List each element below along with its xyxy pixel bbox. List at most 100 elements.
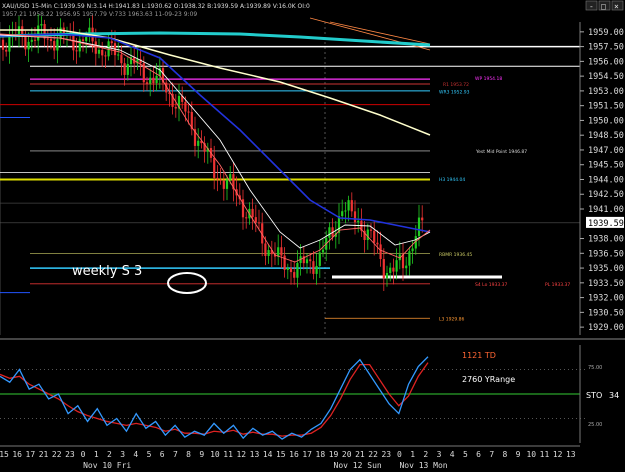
candle-body <box>373 230 376 243</box>
candle-body <box>187 111 190 113</box>
weekly-s3-annotation: weekly S 3 <box>72 264 142 279</box>
candle-body <box>229 174 232 180</box>
price-tick-label: 1942.50 <box>588 190 624 200</box>
candle-body <box>305 259 309 264</box>
candle-body <box>321 249 325 253</box>
candle-body <box>78 39 81 52</box>
time-tick-label: 23 <box>65 450 75 459</box>
candle-body <box>318 252 321 266</box>
candle-body <box>126 64 129 75</box>
time-tick-label: 11 <box>540 450 550 459</box>
day-label: Nov 10 Fri <box>83 461 131 470</box>
candle-body <box>357 220 360 223</box>
candle-body <box>184 101 187 112</box>
time-tick-label: 10 <box>526 450 536 459</box>
price-tick-label: 1941.00 <box>588 205 624 215</box>
weekly-s3-circle <box>167 272 207 294</box>
time-tick-label: 21 <box>39 450 49 459</box>
candle-body <box>33 39 37 41</box>
sto-value: 34 <box>609 391 619 400</box>
price-tick-label: 1932.00 <box>588 294 624 304</box>
price-tick-label: 1956.00 <box>588 57 624 67</box>
candle-body <box>30 39 33 42</box>
price-tick-label: 1938.00 <box>588 235 624 245</box>
price-tick-label: 1959.00 <box>588 28 624 38</box>
price-tick-label: 1944.00 <box>588 175 624 185</box>
candle-body <box>149 77 152 84</box>
level-label: L3 1929.86 <box>439 317 465 323</box>
price-tick-label: 1953.00 <box>588 87 624 97</box>
candle-body <box>110 41 113 44</box>
candle-body <box>75 50 78 52</box>
candle-body <box>219 179 222 181</box>
candle-body <box>312 261 315 274</box>
price-tick-label: 1929.00 <box>588 323 624 333</box>
candle-body <box>293 272 296 278</box>
candle-body <box>117 54 120 56</box>
symbol-header: XAU/USD 15-Min C:1939.59 N:3.14 H:1941.8… <box>2 3 310 10</box>
sma-fast-line <box>0 33 431 263</box>
candle-body <box>251 208 254 218</box>
ma-blue-line <box>0 33 431 233</box>
time-tick-label: 10 <box>210 450 220 459</box>
candle-body <box>37 25 40 41</box>
candle-body <box>53 41 56 51</box>
time-tick-label: 2 <box>423 450 428 459</box>
time-tick-label: 23 <box>381 450 391 459</box>
time-tick-label: 12 <box>553 450 563 459</box>
level-label: R1 1953.72 <box>443 82 469 88</box>
sto-label: STO <box>586 391 602 400</box>
candle-body <box>8 35 11 52</box>
time-tick-label: 19 <box>329 450 339 459</box>
time-tick-label: 9 <box>516 450 521 459</box>
candle-body <box>411 248 414 252</box>
candle-body <box>382 259 385 279</box>
yrange-label: 2760 YRange <box>462 375 515 384</box>
candle-body <box>264 243 267 257</box>
level-label: S4 Lo 1933.37 <box>475 282 508 288</box>
time-tick-label: 16 <box>12 450 22 459</box>
time-tick-label: 12 <box>236 450 246 459</box>
price-chart[interactable]: XAU/USD 15-Min C:1939.59 N:3.14 H:1941.8… <box>0 0 625 472</box>
price-tick-label: 1954.50 <box>588 72 624 82</box>
candle-body <box>421 217 424 221</box>
time-tick-label: 5 <box>147 450 152 459</box>
close-icon: × <box>614 2 619 11</box>
price-tick-label: 1936.50 <box>588 249 624 259</box>
candle-body <box>408 251 411 266</box>
time-tick-label: 5 <box>463 450 468 459</box>
level-labels: WP 1954.18 R1 1953.72 WR3 1952.93 Yest Mid … <box>439 76 570 323</box>
price-tick-label: 1950.00 <box>588 116 624 126</box>
candle-body <box>328 227 331 238</box>
candle-body <box>277 247 280 257</box>
price-tick-label: 1957.50 <box>588 43 624 53</box>
time-tick-label: 3 <box>120 450 125 459</box>
candle-body <box>46 38 49 40</box>
candle-body <box>315 265 318 274</box>
candle-body <box>401 254 405 269</box>
candle-body <box>353 211 357 223</box>
time-tick-label: 4 <box>450 450 455 459</box>
level-label: RBMR 1936.45 <box>439 252 472 258</box>
candle-body <box>392 267 395 272</box>
price-axis: 1959.00 1957.50 1956.00 1954.50 1953.00 1951.… <box>579 22 624 335</box>
time-tick-label: 6 <box>476 450 481 459</box>
current-price-label: 1939.59 <box>588 219 624 229</box>
time-tick-label: 11 <box>223 450 233 459</box>
time-tick-label: 15 <box>276 450 286 459</box>
level-label: PL 1933.37 <box>545 282 570 288</box>
candle-body <box>152 77 155 84</box>
candle-body <box>1 39 5 50</box>
day-label: Nov 12 Sun <box>334 461 382 470</box>
time-tick-label: 7 <box>489 450 494 459</box>
candle-body <box>379 244 382 260</box>
candle-body <box>56 39 59 51</box>
time-tick-label: 0 <box>81 450 86 459</box>
osc-level-75: 75.00 <box>588 365 602 371</box>
time-tick-label: 21 <box>355 450 365 459</box>
time-tick-label: 9 <box>199 450 204 459</box>
candle-body <box>123 63 126 75</box>
candle-body <box>385 273 389 279</box>
candle-body <box>267 250 270 257</box>
price-tick-label: 1935.00 <box>588 264 624 274</box>
